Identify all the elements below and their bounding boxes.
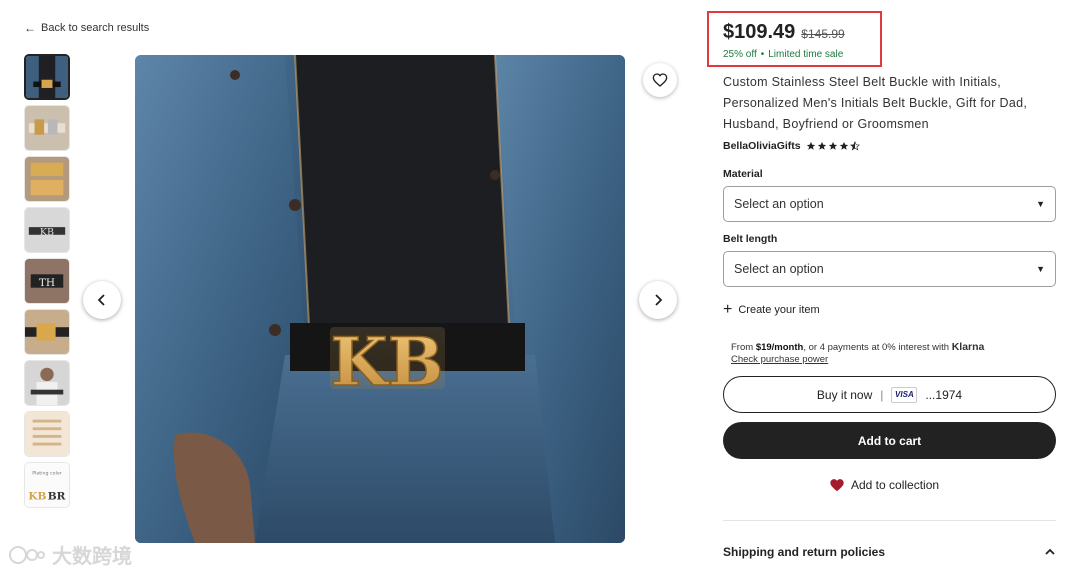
svg-text:KB: KB (330, 323, 443, 401)
klarna-terms: , or 4 payments at 0% interest with (803, 342, 950, 353)
klarna-line: From $19/month, or 4 payments at 0% inte… (731, 341, 984, 354)
add-to-cart-button[interactable]: Add to cart (723, 422, 1056, 459)
shipping-policies-toggle[interactable]: Shipping and return policies (723, 545, 1056, 559)
thumbnail-7-image (25, 361, 69, 405)
material-select-value: Select an option (734, 197, 824, 211)
add-to-collection-label: Add to collection (851, 477, 940, 492)
favorite-button[interactable] (643, 63, 677, 97)
chevron-up-icon (1045, 548, 1055, 555)
current-price: $109.49 (723, 21, 796, 43)
thumbnail-4-image: KB (25, 208, 69, 252)
heart-filled-icon (830, 479, 844, 492)
create-item-label: Create your item (738, 304, 820, 316)
thumbnail-9-image: Plating color KB BR (25, 463, 69, 507)
watermark-text: 大数跨境 (52, 546, 132, 568)
material-select[interactable]: Select an option ▼ (723, 186, 1056, 222)
sale-info: 25% off • Limited time sale (723, 49, 880, 60)
klarna-brand: Klarna (951, 341, 985, 353)
thumbnail-strip: KB TH Plating color KB BR (24, 54, 71, 513)
svg-text:KB: KB (28, 490, 46, 502)
buy-it-now-label: Buy it now (816, 387, 873, 402)
thumbnail-4[interactable]: KB (24, 207, 70, 253)
thumbnail-8[interactable] (24, 411, 70, 457)
create-your-item-button[interactable]: + Create your item (723, 301, 820, 318)
separator: | (880, 387, 884, 402)
check-purchase-power-link[interactable]: Check purchase power (731, 354, 984, 366)
rating-stars (806, 141, 860, 151)
shipping-policies-label: Shipping and return policies (723, 545, 886, 559)
material-label: Material (723, 168, 763, 180)
buy-it-now-button[interactable]: Buy it now | VISA ...1974 (723, 376, 1056, 413)
klarna-from: From (731, 342, 754, 353)
add-to-collection-button[interactable]: Add to collection (829, 477, 939, 492)
thumbnail-3-image (25, 157, 69, 201)
belt-buckle-photo: KB (135, 55, 625, 543)
back-link-label: Back to search results (41, 22, 150, 34)
watermark: 大数跨境 (8, 540, 132, 569)
thumbnail-3[interactable] (24, 156, 70, 202)
price-highlight-box: $109.49 $145.99 25% off • Limited time s… (707, 11, 882, 67)
star-filled-icon (828, 141, 837, 150)
star-filled-icon (806, 141, 815, 150)
thumbnail-1-image (26, 56, 68, 98)
svg-text:BR: BR (48, 490, 66, 502)
plus-icon: + (723, 301, 733, 318)
shop-name-link[interactable]: BellaOliviaGifts (723, 140, 801, 152)
original-price: $145.99 (801, 27, 845, 41)
klarna-monthly: $19/month (755, 342, 804, 353)
thumbnail-2[interactable] (24, 105, 70, 151)
thumbnail-5-image: TH (25, 259, 69, 303)
thumbnail-2-image (25, 106, 69, 150)
thumbnail-1[interactable] (24, 54, 70, 100)
main-product-image: KB (135, 55, 625, 543)
chevron-left-icon (97, 294, 105, 306)
thumbnail-5[interactable]: TH (24, 258, 70, 304)
sale-bullet: • (760, 49, 765, 60)
thumbnail-9[interactable]: Plating color KB BR (24, 462, 70, 508)
chevron-right-icon (655, 294, 663, 306)
svg-text:KB: KB (40, 227, 54, 238)
back-to-search-link[interactable]: ← Back to search results (24, 21, 149, 35)
section-divider (723, 520, 1056, 521)
thumbnail-6[interactable] (24, 309, 70, 355)
thumbnail-7[interactable] (24, 360, 70, 406)
visa-card-icon: VISA (891, 386, 918, 403)
arrow-left-icon: ← (24, 21, 36, 35)
caret-down-icon: ▼ (1036, 199, 1045, 209)
thumbnail-8-image (25, 412, 69, 456)
watermark-logo-icon (9, 545, 45, 564)
caret-down-icon: ▼ (1036, 264, 1045, 274)
price-row: $109.49 $145.99 (723, 21, 880, 44)
star-filled-icon (817, 141, 826, 150)
heart-outline-icon (652, 73, 668, 87)
belt-length-select-value: Select an option (734, 262, 824, 276)
star-filled-icon (839, 141, 848, 150)
svg-text:Plating color: Plating color (32, 470, 62, 476)
thumbnail-6-image (25, 310, 69, 354)
svg-text:TH: TH (39, 277, 55, 289)
klarna-financing-info: From $19/month, or 4 payments at 0% inte… (731, 341, 984, 366)
card-last-digits: ...1974 (925, 387, 963, 402)
next-image-button[interactable] (639, 281, 677, 319)
belt-length-select[interactable]: Select an option ▼ (723, 251, 1056, 287)
star-half-icon (849, 141, 860, 151)
shop-info: BellaOliviaGifts (723, 140, 860, 152)
belt-length-label: Belt length (723, 233, 778, 245)
previous-image-button[interactable] (83, 281, 121, 319)
sale-note: Limited time sale (768, 49, 844, 60)
product-title: Custom Stainless Steel Belt Buckle with … (723, 75, 1028, 131)
discount-badge: 25% off (723, 49, 757, 60)
